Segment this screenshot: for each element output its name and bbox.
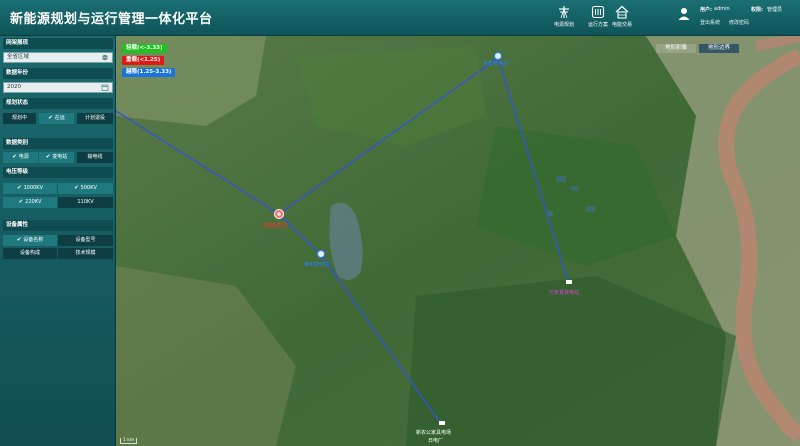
map-scale-bar: 1 km: [120, 438, 138, 444]
voltage-220kv-button[interactable]: ✔ 220KV: [3, 197, 57, 208]
category-line-button[interactable]: 输电线: [77, 152, 113, 163]
section-data-category: 数据类别: [3, 138, 113, 149]
nav-label: 电源规划: [553, 22, 574, 28]
station-label: 万安县变电站: [549, 290, 580, 296]
region-select[interactable]: 全省区域: [3, 52, 113, 63]
year-select[interactable]: 2020: [3, 82, 113, 93]
section-plan-status: 规划状态: [3, 98, 113, 109]
nav-power-trading[interactable]: 电能交易: [605, 4, 639, 32]
home-icon: [615, 5, 629, 19]
button-label: 110KV: [77, 199, 94, 205]
button-label: 变电站: [52, 154, 68, 160]
plan-status-running-button[interactable]: ✔ 在运: [39, 113, 74, 124]
change-password-link[interactable]: 修改密码: [729, 19, 749, 26]
button-label: 1000KV: [23, 185, 44, 191]
user-value: admin: [714, 6, 730, 12]
button-label: 500KV: [80, 185, 97, 191]
legend-light-load: 轻载(<-3.33): [122, 44, 167, 53]
button-label: 输电线: [87, 154, 103, 160]
role-value: 管理员: [767, 7, 783, 13]
section-device-attr: 设备属性: [3, 220, 113, 231]
station-label: 泰和变电站: [304, 262, 330, 268]
category-substation-button[interactable]: ✔ 变电站: [39, 152, 74, 163]
sidebar: 网架展现 全省区域 数据年份 2020 规划状态 规划中 ✔ 在运 计划退役 数据…: [0, 36, 116, 446]
legend-over-limit: 越限(1.25-3.33): [122, 68, 176, 77]
check-icon: ✔: [45, 154, 51, 160]
station-label: 新农公家具电场: [416, 430, 452, 436]
nav-label: 电能交易: [611, 22, 632, 28]
check-icon: ✔: [16, 185, 22, 191]
button-label: 设备型号: [75, 237, 96, 243]
station-label: 凉坡变电站: [262, 223, 288, 229]
app-header: 新能源规划与运行管理一体化平台 电源规划 运行方案 电能交易 用户: admin…: [0, 0, 800, 36]
button-label: 在运: [54, 115, 65, 121]
device-composition-button[interactable]: 设备构成: [3, 248, 57, 259]
region-select-value: 全省区域: [7, 54, 30, 60]
user-label: 用户:: [700, 7, 712, 13]
map-terrain: [116, 36, 800, 446]
button-label: 220KV: [25, 199, 42, 205]
plan-status-planning-button[interactable]: 规划中: [3, 113, 36, 124]
power-tower-icon: [559, 6, 569, 19]
voltage-110kv-button[interactable]: 110KV: [58, 197, 113, 208]
button-label: 电源: [18, 154, 29, 160]
device-scale-button[interactable]: 技术规模: [58, 248, 113, 259]
button-label: 技术规模: [75, 250, 96, 256]
check-icon: ✔: [74, 185, 79, 191]
category-power-button[interactable]: ✔ 电源: [3, 152, 38, 163]
station-label: 吉安变电站: [483, 61, 509, 67]
check-icon: ✔: [12, 154, 17, 160]
user-avatar-icon: [678, 8, 690, 20]
list-icon: [591, 5, 605, 19]
user-area: 用户: admin 权限: 管理员 登出系统 修改密码: [678, 4, 798, 32]
app-title: 新能源规划与运行管理一体化平台: [10, 12, 213, 27]
logout-link[interactable]: 登出系统: [700, 19, 720, 26]
button-label: 规划中: [11, 115, 27, 121]
check-icon: ✔: [16, 237, 22, 243]
button-label: 计划退役: [84, 115, 105, 121]
section-region: 网架展现: [3, 38, 113, 49]
voltage-1000kv-button[interactable]: ✔ 1000KV: [3, 183, 57, 194]
globe-icon: [102, 54, 108, 61]
button-label: 设备构成: [19, 250, 40, 256]
legend-heavy-load: 重载(<1.25): [122, 56, 165, 65]
device-name-button[interactable]: ✔ 设备名称: [3, 235, 57, 246]
year-select-value: 2020: [7, 84, 21, 90]
plan-status-retire-button[interactable]: 计划退役: [77, 113, 113, 124]
check-icon: ✔: [48, 115, 53, 121]
section-voltage: 电压等级: [3, 167, 113, 178]
satellite-map[interactable]: 轻载(<-3.33) 重载(<1.25) 越限(1.25-3.33) 地形影像 …: [116, 36, 800, 446]
map-tab-boundary[interactable]: 地形边界: [699, 44, 739, 53]
map-tab-image[interactable]: 地形影像: [656, 44, 696, 53]
section-year: 数据年份: [3, 68, 113, 79]
device-model-button[interactable]: 设备型号: [58, 235, 113, 246]
button-label: 设备名称: [23, 237, 44, 243]
calendar-icon: [101, 84, 109, 91]
check-icon: ✔: [18, 199, 24, 205]
station-label: 日电厂: [428, 438, 444, 444]
nav-power-planning[interactable]: 电源规划: [547, 4, 581, 32]
voltage-500kv-button[interactable]: ✔ 500KV: [58, 183, 113, 194]
role-label: 权限:: [751, 7, 763, 13]
